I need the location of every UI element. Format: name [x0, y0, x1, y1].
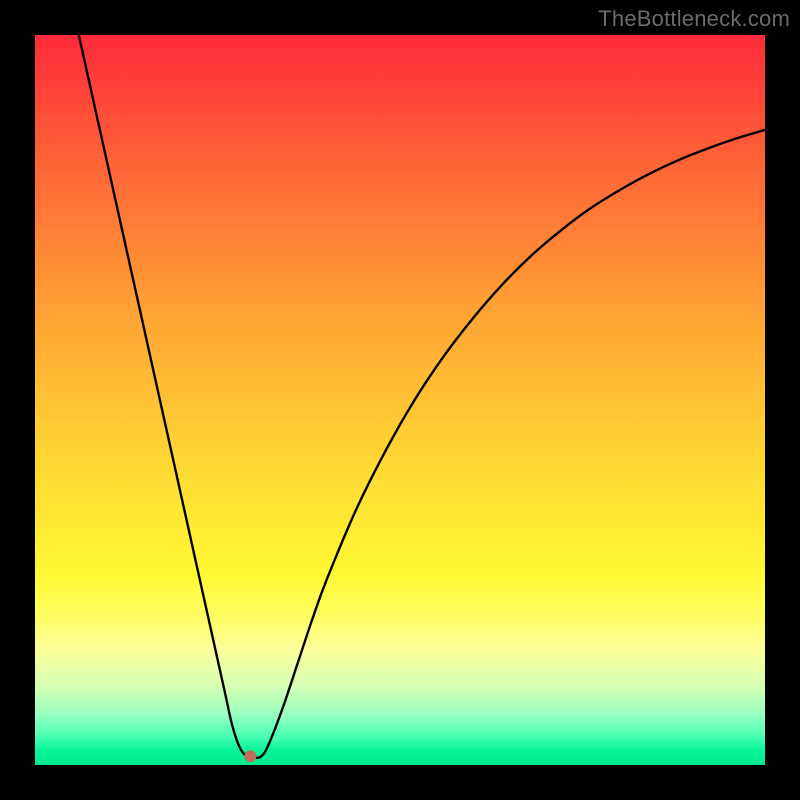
minimum-marker — [244, 750, 256, 762]
chart-frame: TheBottleneck.com — [0, 0, 800, 800]
watermark-text: TheBottleneck.com — [598, 6, 790, 32]
bottleneck-curve — [79, 35, 765, 758]
curve-svg — [35, 35, 765, 765]
plot-area — [35, 35, 765, 765]
